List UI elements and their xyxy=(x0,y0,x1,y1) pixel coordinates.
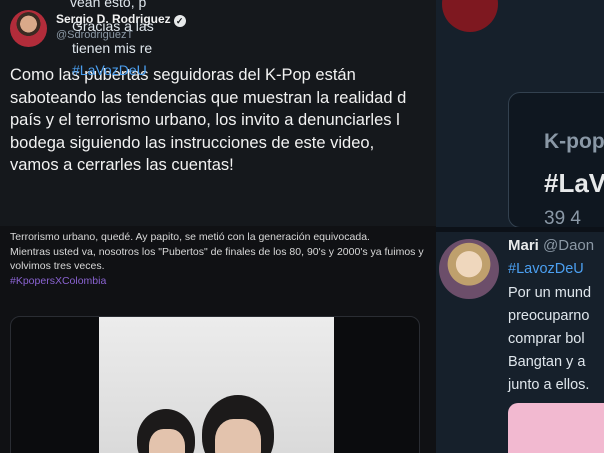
embedded-post-text: Terrorismo urbano, quedé. Ay papito, se … xyxy=(10,230,425,288)
trend-card-hashtag: #LaV xyxy=(544,168,604,198)
right-top-text-line-0: vean esto, p xyxy=(70,0,147,10)
embedded-hashtag[interactable]: #KpopersXColombia xyxy=(10,274,425,289)
right-top-hashtag[interactable]: #LaVozDeU xyxy=(72,62,147,78)
mari-line-5: junto a ellos. xyxy=(508,377,590,393)
right-top-avatar[interactable] xyxy=(442,0,498,32)
mari-hashtag[interactable]: #LavozDeU xyxy=(508,261,584,277)
embedded-line-1: Terrorismo urbano, quedé. Ay papito, se … xyxy=(10,231,370,243)
trend-card-brand: K-pop xyxy=(544,130,604,153)
mari-line-4: Bangtan y a xyxy=(508,354,586,370)
panel-divider xyxy=(436,227,604,232)
mari-name-row[interactable]: Mari @Daon xyxy=(508,237,594,254)
mari-line-1: Por un mund xyxy=(508,285,592,301)
embedded-post: Terrorismo urbano, quedé. Ay papito, se … xyxy=(0,226,436,453)
right-top-text-line-1: Gracias a las xyxy=(72,18,154,34)
person-right-face xyxy=(215,419,261,453)
embedded-line-2: Mientras usted va, nosotros los "Puberto… xyxy=(10,245,424,273)
mari-handle[interactable]: @Daon xyxy=(543,237,594,254)
avatar[interactable] xyxy=(10,10,47,47)
verified-icon: ✓ xyxy=(173,15,186,27)
mari-avatar[interactable] xyxy=(439,239,499,299)
main-tweet: Sergio D. Rodriguez ✓ @SdrodriguezT Como … xyxy=(0,0,436,226)
mari-name[interactable]: Mari xyxy=(508,237,539,254)
person-left-face xyxy=(149,429,185,453)
mari-line-2: preocuparno xyxy=(508,308,590,324)
mari-media-card[interactable] xyxy=(508,403,604,453)
mari-line-3: comprar bol xyxy=(508,331,585,347)
video-thumbnail[interactable] xyxy=(99,317,334,453)
right-top-text-line-2: tienen mis re xyxy=(72,40,153,56)
video-card[interactable] xyxy=(10,316,420,453)
tweet-text: Como las pubertas seguidoras del K-Pop e… xyxy=(10,66,407,174)
